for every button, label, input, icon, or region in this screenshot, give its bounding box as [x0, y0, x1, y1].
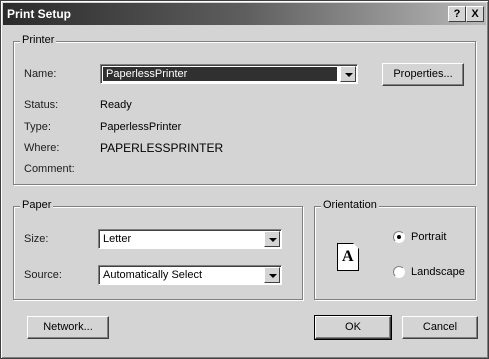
close-button[interactable]: X	[466, 6, 484, 22]
dialog-title: Print Setup	[7, 7, 72, 21]
paper-size-select[interactable]: Letter	[98, 229, 282, 249]
paper-group: Paper Size: Letter Source: Automatically…	[13, 199, 303, 300]
printer-name-value: PaperlessPrinter	[103, 67, 337, 81]
printer-name-select[interactable]: PaperlessPrinter	[100, 64, 358, 84]
print-setup-dialog: Print Setup ? X Printer Name: PaperlessP…	[0, 0, 489, 359]
type-value: PaperlessPrinter	[100, 121, 182, 133]
orientation-group-label: Orientation	[321, 199, 379, 211]
chevron-down-icon[interactable]	[264, 231, 280, 247]
name-label: Name:	[24, 68, 57, 80]
printer-group: Printer Name: PaperlessPrinter Propertie…	[13, 34, 476, 185]
ok-button[interactable]: OK	[314, 315, 392, 340]
status-label: Status:	[24, 99, 59, 111]
portrait-page-icon: A	[337, 243, 359, 271]
size-label: Size:	[24, 233, 49, 245]
help-button[interactable]: ?	[448, 6, 466, 22]
where-label: Where:	[24, 142, 60, 154]
source-label: Source:	[24, 269, 62, 281]
status-value: Ready	[100, 99, 132, 111]
properties-button[interactable]: Properties...	[382, 63, 464, 86]
paper-group-label: Paper	[20, 199, 54, 211]
type-label: Type:	[24, 121, 51, 133]
printer-group-label: Printer	[20, 34, 57, 46]
paper-size-value: Letter	[103, 233, 132, 245]
title-bar[interactable]: Print Setup ? X	[3, 3, 486, 25]
portrait-radio[interactable]	[393, 231, 405, 243]
where-value: PAPERLESSPRINTER	[100, 141, 224, 155]
chevron-down-icon[interactable]	[340, 66, 356, 82]
comment-label: Comment:	[24, 163, 75, 175]
orientation-group: Orientation A Portrait Landscape	[314, 199, 476, 300]
network-button[interactable]: Network...	[27, 316, 109, 339]
landscape-label[interactable]: Landscape	[411, 266, 465, 278]
paper-source-value: Automatically Select	[103, 269, 203, 281]
cancel-button[interactable]: Cancel	[402, 316, 478, 339]
paper-source-select[interactable]: Automatically Select	[98, 265, 282, 285]
page-icon-letter: A	[342, 248, 354, 265]
chevron-down-icon[interactable]	[264, 267, 280, 283]
portrait-label[interactable]: Portrait	[411, 231, 446, 243]
landscape-radio[interactable]	[393, 266, 405, 278]
